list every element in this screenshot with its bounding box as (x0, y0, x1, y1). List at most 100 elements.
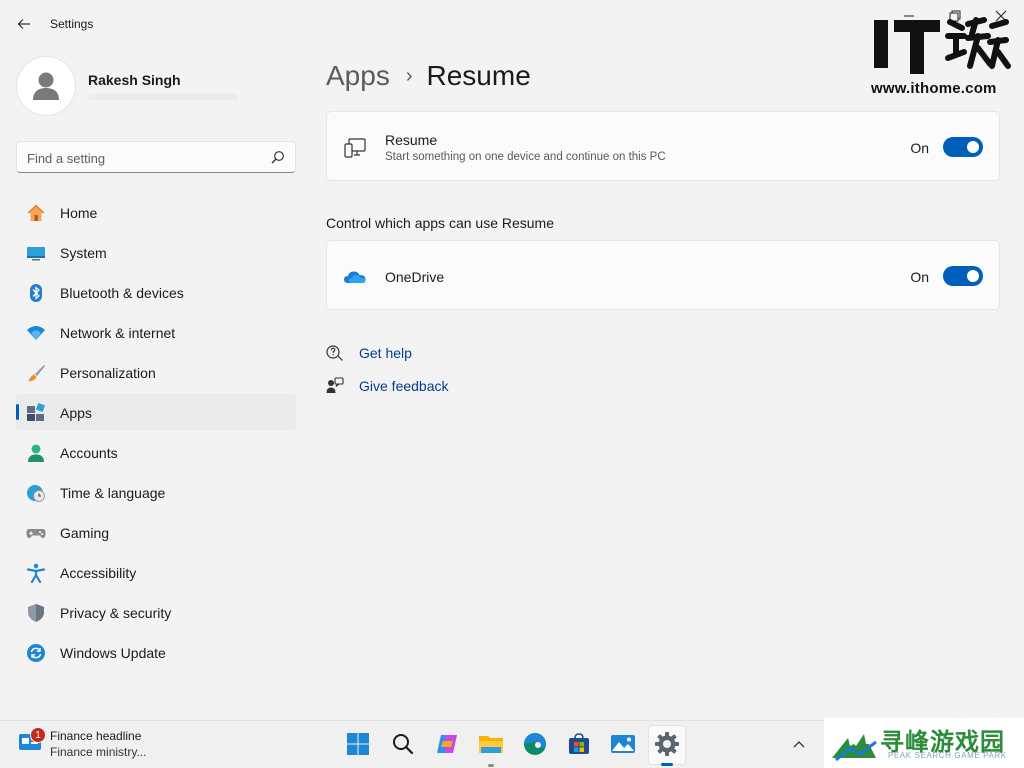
edge-button[interactable] (522, 731, 548, 757)
sidebar-item-label: Accessibility (60, 565, 137, 581)
breadcrumb: Apps › Resume (326, 58, 531, 94)
store-button[interactable] (566, 731, 592, 757)
file-explorer-button[interactable] (478, 731, 504, 757)
settings-taskbar-button[interactable] (654, 731, 680, 757)
sidebar-item-personalization[interactable]: Personalization (16, 354, 296, 390)
resume-toggle-state: On (910, 140, 929, 156)
resume-toggle[interactable] (943, 137, 983, 157)
chevron-up-icon (793, 741, 805, 748)
sidebar-item-label: Accounts (60, 445, 118, 461)
breadcrumb-parent-apps[interactable]: Apps (326, 60, 390, 92)
sidebar-item-label: Network & internet (60, 325, 176, 341)
sidebar-item-home[interactable]: Home (16, 194, 296, 230)
give-feedback-text[interactable]: Give feedback (359, 378, 449, 394)
avatar[interactable] (16, 56, 76, 116)
gaming-icon (26, 529, 46, 538)
sidebar-nav: Home System Bluetooth & devices Network … (16, 194, 296, 674)
sidebar-item-label: Personalization (60, 365, 156, 381)
start-icon (347, 733, 369, 755)
chevron-right-icon: › (405, 64, 413, 87)
news-headline[interactable]: Finance headline (50, 729, 141, 743)
settings-gear-icon (655, 732, 679, 756)
section-heading: Control which apps can use Resume (326, 215, 555, 231)
shield-icon (28, 604, 44, 622)
resume-description: Start something on one device and contin… (385, 151, 666, 163)
onedrive-toggle[interactable] (943, 266, 983, 286)
onedrive-cloud-icon (344, 271, 366, 283)
sidebar-item-accounts[interactable]: Accounts (16, 434, 296, 470)
person-icon (33, 72, 59, 100)
taskbar-search-button[interactable] (390, 731, 416, 757)
sidebar-item-privacy-security[interactable]: Privacy & security (16, 594, 296, 630)
sidebar-item-system[interactable]: System (16, 234, 296, 270)
sidebar-item-label: Privacy & security (60, 605, 172, 621)
update-icon (27, 644, 45, 662)
sidebar-item-windows-update[interactable]: Windows Update (16, 634, 296, 670)
sidebar-item-accessibility[interactable]: Accessibility (16, 554, 296, 590)
title-bar: Settings (0, 0, 1024, 48)
sidebar-item-apps[interactable]: Apps (16, 394, 296, 430)
sidebar-item-label: Home (60, 205, 98, 221)
system-icon (27, 247, 45, 261)
accessibility-icon (26, 563, 46, 583)
notification-badge: 1 (30, 727, 46, 743)
home-icon (27, 204, 45, 221)
toggle-knob (967, 270, 979, 282)
wifi-icon (27, 326, 45, 340)
search-icon (393, 734, 414, 755)
bluetooth-icon (30, 284, 42, 302)
search-icon[interactable] (271, 150, 285, 164)
mountain-logo-icon (832, 734, 877, 762)
give-feedback-link[interactable]: Give feedback (326, 375, 449, 397)
photos-button[interactable] (610, 731, 636, 757)
active-app-indicator (661, 763, 673, 766)
edge-icon (524, 733, 546, 755)
sidebar-item-label: System (60, 245, 107, 261)
start-button[interactable] (345, 731, 371, 757)
time-language-icon (27, 485, 45, 502)
selected-indicator (16, 404, 19, 420)
sidebar-item-bluetooth[interactable]: Bluetooth & devices (16, 274, 296, 310)
settings-search[interactable] (16, 141, 296, 173)
brush-icon (28, 365, 45, 382)
sidebar-item-gaming[interactable]: Gaming (16, 514, 296, 550)
folder-icon (479, 736, 503, 753)
copilot-button[interactable] (434, 731, 460, 757)
onedrive-setting-card: OneDrive On (326, 240, 1000, 310)
sidebar-item-label: Bluetooth & devices (60, 285, 184, 301)
sidebar-item-label: Time & language (60, 485, 166, 501)
get-help-link[interactable]: Get help (326, 342, 412, 364)
search-input[interactable] (27, 149, 267, 167)
ithome-url: www.ithome.com (871, 80, 997, 97)
news-subheadline[interactable]: Finance ministry... (50, 745, 146, 759)
onedrive-title: OneDrive (385, 269, 445, 285)
sidebar-item-time-language[interactable]: Time & language (16, 474, 296, 510)
user-name: Rakesh Singh (88, 72, 181, 88)
accounts-icon (28, 444, 44, 462)
sidebar-item-label: Apps (60, 405, 92, 421)
back-arrow-icon (17, 19, 30, 29)
onedrive-toggle-state: On (910, 269, 929, 285)
feedback-icon (326, 377, 344, 393)
photos-icon (611, 735, 635, 753)
toggle-knob (967, 141, 979, 153)
user-email-redacted (88, 94, 238, 100)
peak-subtitle: PEAK SEARCH GAME PARK (888, 751, 1007, 760)
copilot-icon (437, 735, 457, 753)
devices-icon (344, 138, 366, 158)
help-icon (326, 345, 343, 361)
back-button[interactable] (10, 12, 38, 36)
sidebar-item-label: Gaming (60, 525, 110, 541)
apps-icon (27, 403, 45, 421)
ithome-logo (874, 17, 1011, 74)
sidebar-item-network[interactable]: Network & internet (16, 314, 296, 350)
sidebar-item-label: Windows Update (60, 645, 166, 661)
window-title: Settings (50, 17, 94, 31)
store-icon (569, 733, 589, 754)
get-help-text[interactable]: Get help (359, 345, 412, 361)
resume-setting-card: Resume Start something on one device and… (326, 111, 1000, 181)
page-title: Resume (426, 60, 531, 91)
show-hidden-icons-button[interactable] (790, 735, 808, 753)
peak-search-watermark: 寻峰游戏园 PEAK SEARCH GAME PARK (824, 718, 1024, 768)
running-indicator (488, 764, 494, 767)
